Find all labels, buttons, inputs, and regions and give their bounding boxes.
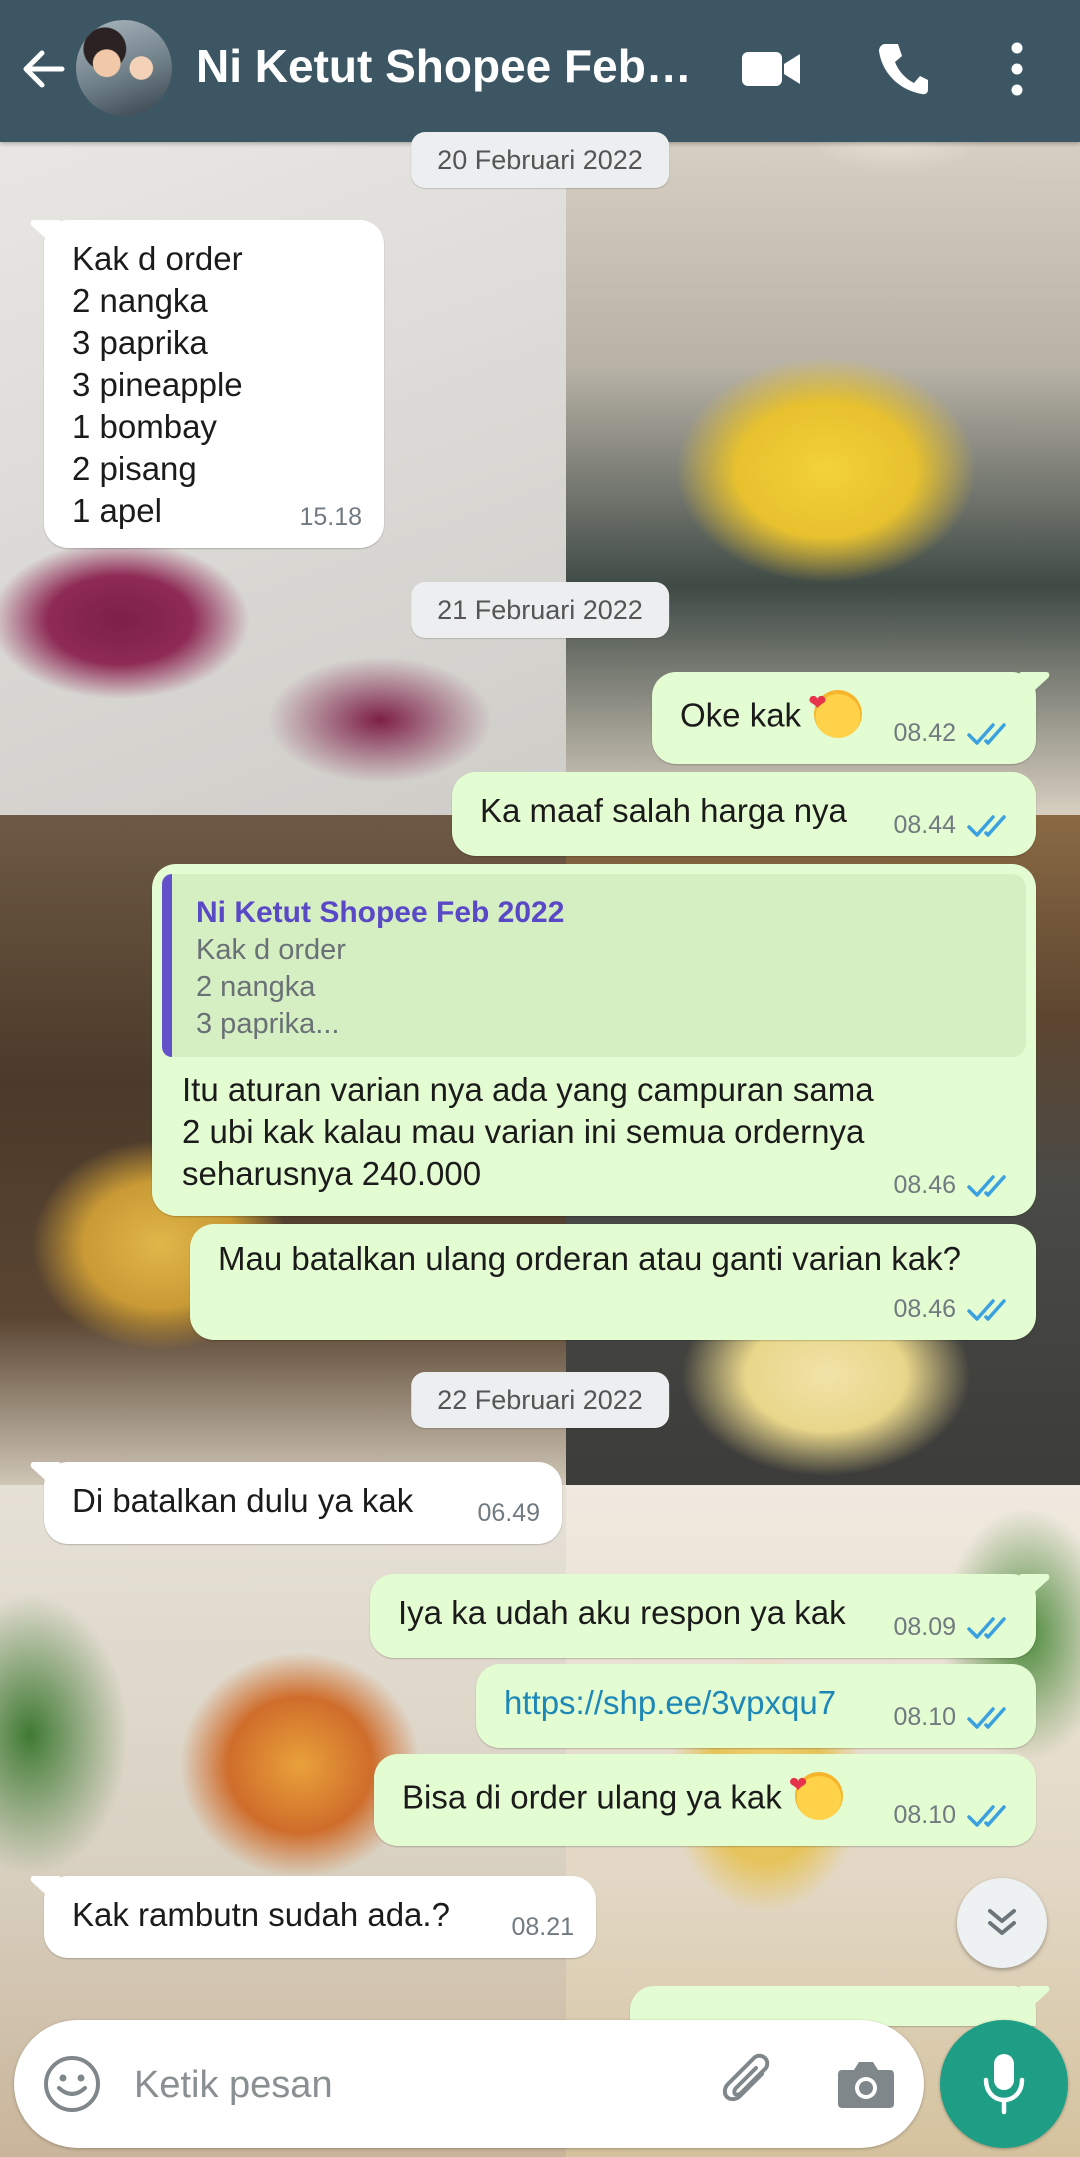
message-time: 08.46 <box>893 1171 956 1199</box>
bubble-tail <box>1020 672 1050 698</box>
scroll-to-bottom-button[interactable] <box>957 1878 1047 1968</box>
message-input[interactable] <box>132 2050 696 2120</box>
outgoing-message[interactable]: Ni Ketut Shopee Feb 2022 Kak d order 2 n… <box>152 864 1036 1216</box>
incoming-message[interactable]: Kak rambutn sudah ada.? 08.21 <box>30 1876 596 1958</box>
outgoing-message[interactable]: https://shp.ee/3vpxqu7 08.10 <box>476 1664 1036 1748</box>
double-check-icon <box>967 1804 1006 1827</box>
message-time: 08.10 <box>893 1703 956 1731</box>
message-text: Kak d order 2 nangka 3 paprika 3 pineapp… <box>72 240 243 529</box>
paperclip-icon[interactable] <box>718 2052 782 2116</box>
incoming-message[interactable]: Di batalkan dulu ya kak 06.49 <box>30 1462 562 1544</box>
message-text: Kak rambutn sudah ada.? <box>72 1896 450 1933</box>
phone-icon[interactable] <box>876 40 930 96</box>
bubble-tail <box>30 1462 60 1488</box>
bubble-tail <box>1020 1986 1050 2012</box>
date-separator: 21 Februari 2022 <box>411 582 669 638</box>
message-text: Oke kak <box>680 696 802 734</box>
double-check-icon <box>967 1298 1006 1321</box>
quote-author: Ni Ketut Shopee Feb 2022 <box>196 896 565 929</box>
smiling-face-with-hearts-icon <box>789 1764 843 1820</box>
outgoing-message[interactable]: Ka maaf salah harga nya 08.44 <box>452 772 1036 856</box>
date-separator: 22 Februari 2022 <box>411 1372 669 1428</box>
microphone-icon <box>983 2054 1025 2115</box>
video-camera-icon[interactable] <box>740 44 802 94</box>
more-vertical-icon[interactable] <box>1002 40 1032 98</box>
quote-bar <box>162 874 172 1057</box>
outgoing-message[interactable]: Mau batalkan ulang orderan atau ganti va… <box>190 1224 1036 1340</box>
bubble-tail <box>30 1876 60 1902</box>
message-time: 06.49 <box>477 1499 540 1527</box>
chevron-double-down-icon <box>988 1909 1016 1935</box>
message-time: 08.10 <box>893 1801 956 1829</box>
incoming-message[interactable]: Kak d order 2 nangka 3 paprika 3 pineapp… <box>30 220 384 548</box>
double-check-icon <box>967 1706 1006 1729</box>
message-text: Mau batalkan ulang orderan atau ganti va… <box>218 1240 961 1277</box>
message-time: 08.44 <box>893 811 956 839</box>
outgoing-message[interactable]: Bisa di order ulang ya kak 08.10 <box>374 1754 1036 1846</box>
chat-title[interactable]: Ni Ketut Shopee Feb… <box>196 36 696 96</box>
double-check-icon <box>967 722 1006 745</box>
arrow-left-icon[interactable] <box>18 44 68 94</box>
chat-header: Ni Ketut Shopee Feb… <box>0 0 1080 142</box>
smiling-face-with-hearts-icon <box>808 682 863 738</box>
message-time: 08.09 <box>893 1613 956 1641</box>
quoted-message[interactable]: Ni Ketut Shopee Feb 2022 Kak d order 2 n… <box>162 874 1026 1057</box>
double-check-icon <box>967 814 1006 837</box>
message-time: 08.21 <box>511 1913 574 1941</box>
bubble-tail <box>30 220 60 246</box>
emoji-icon[interactable] <box>42 2054 102 2114</box>
message-time: 08.46 <box>893 1295 956 1323</box>
message-text: Di batalkan dulu ya kak <box>72 1482 414 1519</box>
date-separator: 20 Februari 2022 <box>411 132 669 188</box>
message-time: 08.42 <box>893 719 956 747</box>
message-text: Bisa di order ulang ya kak <box>402 1778 782 1816</box>
bubble-tail <box>1020 1574 1050 1600</box>
double-check-icon <box>967 1174 1006 1197</box>
microphone-button[interactable] <box>940 2020 1068 2148</box>
quote-text: Kak d order 2 nangka 3 paprika... <box>196 934 346 1040</box>
message-composer <box>14 2020 924 2148</box>
camera-icon[interactable] <box>836 2056 896 2112</box>
double-check-icon <box>967 1616 1006 1639</box>
outgoing-message[interactable]: Iya ka udah aku respon ya kak 08.09 <box>370 1574 1050 1658</box>
avatar[interactable] <box>76 20 172 116</box>
outgoing-message[interactable]: Oke kak 08.42 <box>652 672 1050 764</box>
message-time: 15.18 <box>299 503 362 531</box>
